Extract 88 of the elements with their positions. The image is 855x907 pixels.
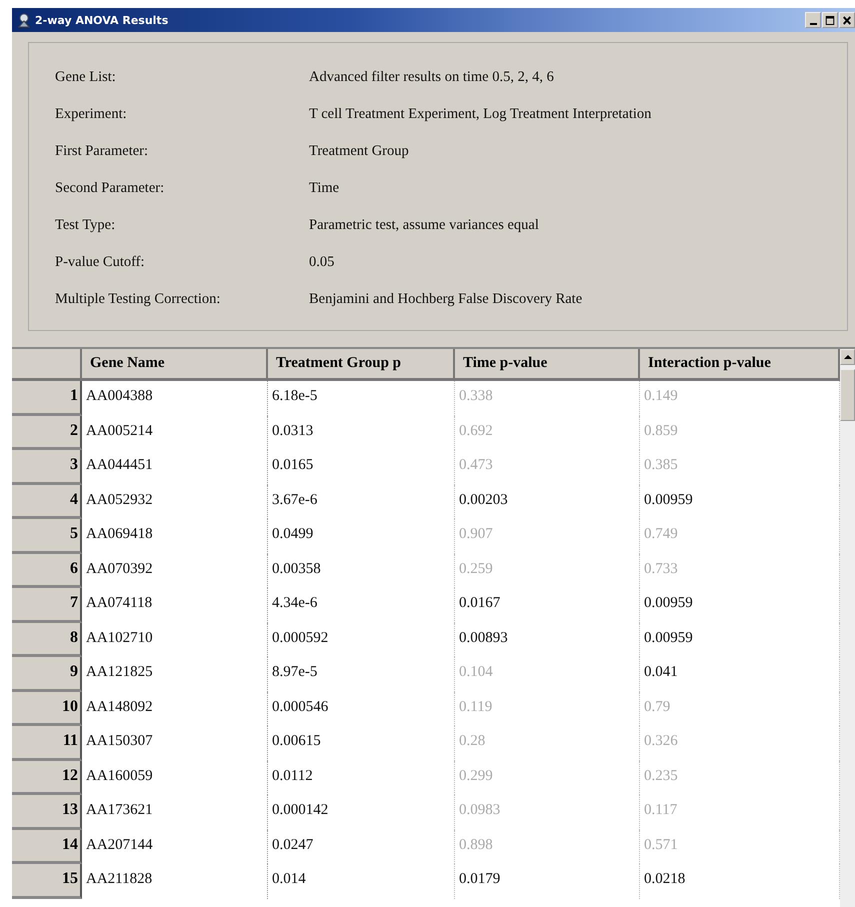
column-header[interactable]: Gene Name	[82, 349, 268, 381]
row-number: 12	[12, 760, 82, 795]
field-label: Second Parameter:	[55, 180, 166, 197]
table-cell: 0.0179	[455, 864, 640, 898]
table-cell: AA150307	[82, 726, 268, 760]
column-header[interactable]: Time p-value	[455, 349, 640, 381]
scroll-up-button[interactable]	[840, 349, 855, 365]
field-label: First Parameter:	[55, 143, 150, 160]
row-number: 6	[12, 554, 82, 588]
row-number: 15	[12, 864, 82, 898]
table-cell: 0.0167	[455, 588, 640, 622]
window-title: 2-way ANOVA Results	[35, 14, 168, 26]
header-corner	[12, 349, 82, 381]
field-value: Time	[309, 180, 340, 197]
column-header[interactable]: Interaction p-value	[640, 349, 840, 381]
table-cell: 0.907	[455, 519, 640, 554]
row-number: 1	[12, 381, 82, 416]
table-cell: 0.28	[455, 726, 640, 760]
table-cell: 0.692	[455, 416, 640, 450]
table-cell: 0.0983	[455, 795, 640, 830]
table-cell: AA148092	[82, 692, 268, 726]
table-cell: 0.299	[455, 760, 640, 795]
field-value: Advanced filter results on time 0.5, 2, 4, 6	[309, 69, 555, 86]
maximize-button[interactable]	[822, 12, 838, 28]
close-button[interactable]	[839, 12, 855, 28]
table-cell: AA069418	[82, 519, 268, 554]
field-label: Experiment:	[55, 106, 128, 123]
scrollbar[interactable]	[840, 349, 855, 907]
table-cell: AA052932	[82, 484, 268, 519]
row-number: 9	[12, 657, 82, 692]
table-cell: 0.0112	[268, 760, 455, 795]
table-cell: AA102710	[82, 622, 268, 657]
table-cell: AA207144	[82, 830, 268, 864]
table-cell: 0.00358	[268, 554, 455, 588]
field-label: P-value Cutoff:	[55, 254, 146, 271]
row-number: 2	[12, 416, 82, 450]
table-cell: 0.00615	[268, 726, 455, 760]
table-cell: 0.473	[455, 450, 640, 484]
row-number: 5	[12, 519, 82, 554]
row-number: 14	[12, 830, 82, 864]
row-number: 3	[12, 450, 82, 484]
table-cell: AA004388	[82, 381, 268, 416]
field-label: Test Type:	[55, 217, 116, 234]
table-cell: 0.00893	[455, 622, 640, 657]
field-value: Treatment Group	[309, 143, 410, 160]
table-cell: 0.104	[455, 657, 640, 692]
minimize-button[interactable]	[805, 12, 821, 28]
table-cell: 0.898	[455, 830, 640, 864]
scroll-thumb[interactable]	[840, 369, 855, 421]
table-cell: 4.34e-6	[268, 588, 455, 622]
table-cell: 8.97e-5	[268, 657, 455, 692]
table-cell: AA121825	[82, 657, 268, 692]
table-cell: AA173621	[82, 795, 268, 830]
table-cell: 0.0313	[268, 416, 455, 450]
field-label: Gene List:	[55, 69, 117, 86]
table-cell: 0.000546	[268, 692, 455, 726]
field-value: Parametric test, assume variances equal	[309, 217, 540, 234]
table-cell: 0.00203	[455, 484, 640, 519]
table-cell: 0.119	[455, 692, 640, 726]
column-header[interactable]: Treatment Group p	[268, 349, 455, 381]
table-cell: 3.67e-6	[268, 484, 455, 519]
row-number: 10	[12, 692, 82, 726]
row-number: 8	[12, 622, 82, 657]
table-cell: 0.0247	[268, 830, 455, 864]
field-value: T cell Treatment Experiment, Log Treatment Interpretation	[309, 106, 652, 123]
table-cell: 0.000142	[268, 795, 455, 830]
table-cell: 0.259	[455, 554, 640, 588]
app-icon	[16, 12, 32, 28]
table-cell: 0.0165	[268, 450, 455, 484]
table-cell: AA005214	[82, 416, 268, 450]
row-number: 11	[12, 726, 82, 760]
row-number: 7	[12, 588, 82, 622]
table-cell: AA044451	[82, 450, 268, 484]
table-cell: 0.000592	[268, 622, 455, 657]
row-number: 13	[12, 795, 82, 830]
table-cell: 0.0499	[268, 519, 455, 554]
field-value: Benjamini and Hochberg False Discovery Rate	[309, 291, 584, 308]
table-cell: AA070392	[82, 554, 268, 588]
table-cell: 0.014	[268, 864, 455, 898]
table-cell: AA211828	[82, 864, 268, 898]
table-cell: 6.18e-5	[268, 381, 455, 416]
minimize-icon	[810, 22, 816, 24]
field-label: Multiple Testing Correction:	[55, 291, 222, 308]
field-value: 0.05	[309, 254, 336, 271]
table-cell: 0.338	[455, 381, 640, 416]
table-cell: AA074118	[82, 588, 268, 622]
table-cell: AA160059	[82, 760, 268, 795]
row-number: 4	[12, 484, 82, 519]
